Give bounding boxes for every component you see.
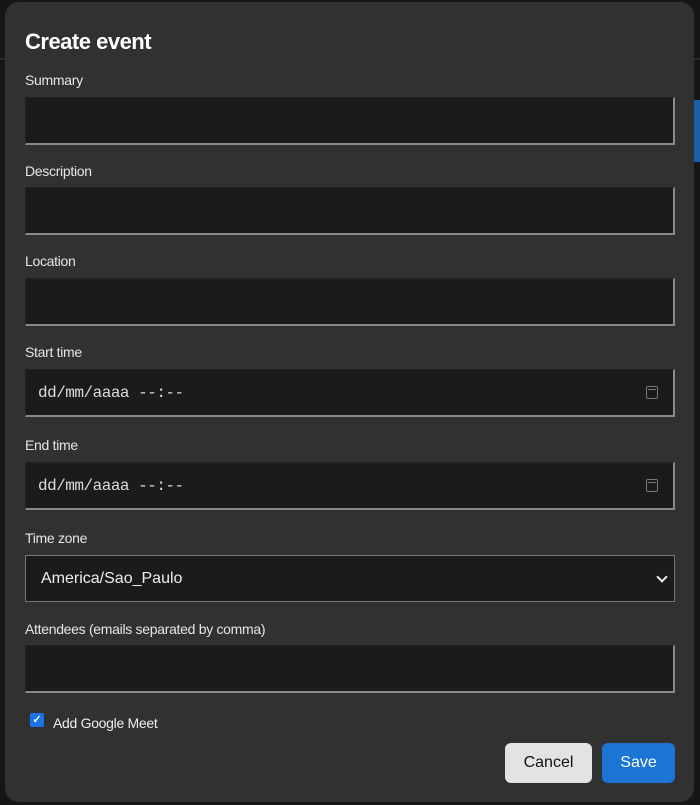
end-time-input[interactable]: dd/mm/aaaa --:-- [25, 462, 675, 510]
time-zone-value: America/Sao_Paulo [41, 569, 183, 587]
attendees-input[interactable] [25, 645, 675, 693]
calendar-icon[interactable] [646, 479, 658, 492]
description-label: Description [25, 163, 92, 179]
chevron-down-icon [656, 570, 668, 583]
start-time-placeholder: dd/mm/aaaa --:-- [38, 383, 184, 402]
summary-input[interactable] [25, 97, 675, 145]
cancel-button[interactable]: Cancel [505, 743, 592, 783]
save-button[interactable]: Save [602, 743, 675, 783]
time-zone-select[interactable]: America/Sao_Paulo [25, 555, 675, 602]
dialog-title: Create event [25, 29, 152, 54]
time-zone-label: Time zone [25, 530, 88, 546]
end-time-label: End time [25, 437, 78, 453]
start-time-input[interactable]: dd/mm/aaaa --:-- [25, 369, 675, 417]
attendees-label: Attendees (emails separated by comma) [25, 621, 266, 637]
end-time-placeholder: dd/mm/aaaa --:-- [38, 476, 184, 495]
summary-label: Summary [25, 72, 83, 88]
location-input[interactable] [25, 278, 675, 326]
start-time-label: Start time [25, 344, 82, 360]
google-meet-label[interactable]: Add Google Meet [53, 715, 158, 731]
location-label: Location [25, 253, 76, 269]
description-input[interactable] [25, 187, 675, 235]
create-event-dialog: Create event Summary Description Locatio… [5, 2, 694, 802]
google-meet-checkbox[interactable]: ✓ [30, 713, 44, 727]
calendar-icon[interactable] [646, 386, 658, 399]
